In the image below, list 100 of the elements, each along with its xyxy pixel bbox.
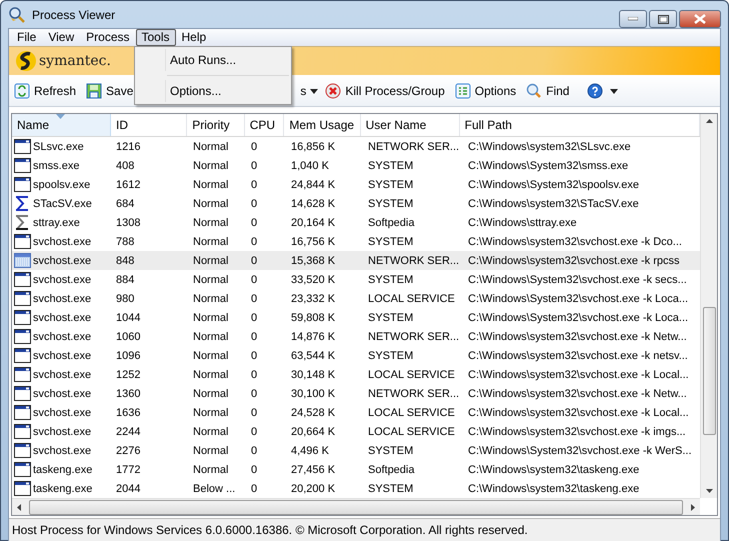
toolbar-button[interactable]: Save	[83, 82, 136, 100]
table-cell-text: C:\Windows\sttray.exe	[467, 216, 578, 228]
horizontal-scrollbar[interactable]	[12, 498, 700, 515]
table-row[interactable]: svchost.exe 1060 Normal 0 14,876 K NETWORK SER... C:\Windows\system32\svchost.exe -k Netw...	[12, 327, 700, 346]
column-header[interactable]: User Name	[360, 114, 460, 136]
vertical-scrollbar[interactable]	[700, 114, 717, 498]
table-row[interactable]: STacSV.exe 684 Normal 0 14,628 K SYSTEM C:\Windows\system32\STacSV.exe	[12, 194, 700, 213]
table-row[interactable]: svchost.exe 884 Normal 0 33,520 K SYSTEM C:\Windows\System32\svchost.exe -k secs...	[12, 270, 700, 289]
magnifier-icon	[526, 83, 542, 99]
table-cell-text: Normal	[192, 216, 230, 228]
table-row[interactable]: taskeng.exe 2044 Below ... 0 20,200 K SYSTEM C:\Windows\system32\taskeng.exe	[12, 479, 700, 498]
table-cell: svchost.exe	[33, 388, 92, 400]
dropdown-caret-icon[interactable]	[310, 88, 318, 94]
menu-item[interactable]: File	[11, 29, 42, 46]
table-cell-text: 0	[250, 444, 258, 456]
scroll-thumb[interactable]	[29, 500, 683, 514]
close-button[interactable]	[679, 10, 721, 28]
menu-item[interactable]: View	[42, 29, 80, 46]
window-icon	[14, 405, 31, 420]
table-row[interactable]: svchost.exe 788 Normal 0 16,756 K SYSTEM C:\Windows\system32\svchost.exe -k Dco...	[12, 232, 700, 251]
toolbar-button[interactable]: Refresh	[11, 82, 80, 100]
table-cell-text: 0	[250, 216, 258, 228]
menu-item[interactable]: Help	[176, 29, 212, 46]
table-cell-text: 1772	[115, 464, 142, 476]
minimize-button[interactable]	[619, 10, 647, 28]
table-cell-text: 63,544 K	[290, 350, 336, 362]
table-cell-text: C:\Windows\System32\svchost.exe -k WerS...	[467, 444, 693, 456]
table-row[interactable]: svchost.exe 1636 Normal 0 24,528 K LOCAL SERVICE C:\Windows\system32\svchost.exe -k Local...	[12, 403, 700, 422]
column-header[interactable]: Mem Usage	[284, 114, 361, 136]
table-cell-text: C:\Windows\system32\svchost.exe -k rpcss	[467, 254, 681, 266]
table-cell-text: 1636	[115, 406, 142, 418]
toolbar-button[interactable]: Options	[452, 82, 520, 100]
window-icon	[14, 139, 31, 154]
table-cell-text: C:\Windows\system32\svchost.exe -k Dco...	[467, 236, 683, 248]
table-cell-text: LOCAL SERVICE	[367, 292, 456, 304]
table-cell-text: 0	[250, 406, 258, 418]
table-cell: svchost.exe	[33, 330, 92, 342]
table-cell-text: Normal	[192, 178, 230, 190]
table-row[interactable]: sttray.exe 1308 Normal 0 20,164 K Softpedia C:\Windows\sttray.exe	[12, 213, 700, 232]
table-cell-text: C:\Windows\system32\SLsvc.exe	[467, 140, 632, 152]
window-icon	[14, 158, 31, 173]
window-icon	[14, 481, 31, 496]
table-cell-text: Normal	[192, 140, 230, 152]
toolbar-button[interactable]: s	[300, 84, 306, 98]
column-header[interactable]: ID	[110, 114, 188, 136]
sigma-icon	[14, 215, 31, 230]
table-cell-text: 2276	[115, 444, 142, 456]
toolbar-button[interactable]: Find	[523, 82, 572, 100]
table-row[interactable]: svchost.exe 1044 Normal 0 59,808 K SYSTEM C:\Windows\System32\svchost.exe -k Loca...	[12, 308, 700, 327]
table-cell-text: 0	[250, 388, 258, 400]
logo-icon	[15, 50, 37, 72]
table-cell-text: 0	[250, 178, 258, 190]
table-cell-text: 0	[250, 292, 258, 304]
menu-item[interactable]: Tools	[136, 29, 176, 46]
table-cell-text: Normal	[192, 198, 230, 210]
table-row[interactable]: svchost.exe 980 Normal 0 23,332 K LOCAL SERVICE C:\Windows\System32\svchost.exe -k Loca...	[12, 289, 700, 308]
table-cell: svchost.exe	[33, 368, 92, 380]
maximize-button[interactable]	[649, 10, 677, 28]
table-cell-text: C:\Windows\system32\svchost.exe -k imgs...	[467, 426, 687, 438]
table-row[interactable]: taskeng.exe 1772 Normal 0 27,456 K Softpedia C:\Windows\system32\taskeng.exe	[12, 460, 700, 479]
window-icon	[14, 177, 31, 192]
scroll-thumb[interactable]	[702, 307, 716, 435]
table-row[interactable]: svchost.exe 848 Normal 0 15,368 K NETWORK SER... C:\Windows\system32\svchost.exe -k rpcss	[12, 251, 700, 270]
table-cell-text: 0	[250, 274, 258, 286]
table-cell-text: Normal	[192, 292, 230, 304]
table-cell-text: 14,876 K	[290, 330, 336, 342]
table-cell-text: 20,664 K	[290, 426, 336, 438]
table-cell-text: 15,368 K	[290, 254, 336, 266]
table-cell-text: 20,200 K	[290, 482, 336, 494]
menu-option[interactable]: Options...	[165, 80, 289, 102]
table-cell-text: 1612	[115, 178, 142, 190]
column-header[interactable]: Priority	[187, 114, 245, 136]
sort-arrow-icon	[56, 114, 65, 119]
column-header[interactable]: Name	[12, 114, 111, 136]
table-row[interactable]: SLsvc.exe 1216 Normal 0 16,856 K NETWORK SER... C:\Windows\system32\SLsvc.exe	[12, 137, 700, 156]
table-cell-text: Normal	[192, 350, 230, 362]
table-cell: svchost.exe	[33, 292, 92, 304]
table-cell: svchost.exe	[33, 236, 92, 248]
table-cell-text: NETWORK SER...	[367, 254, 460, 266]
table-row[interactable]: svchost.exe 2276 Normal 0 4,496 K SYSTEM C:\Windows\System32\svchost.exe -k WerS...	[12, 441, 700, 460]
toolbar-button[interactable]: Kill Process/Group	[322, 82, 448, 100]
table-row[interactable]: svchost.exe 1360 Normal 0 30,100 K NETWORK SER... C:\Windows\system32\svchost.exe -k Netw...	[12, 384, 700, 403]
table-cell-text: C:\Windows\system32\svchost.exe -k Local...	[467, 406, 690, 418]
dropdown-caret-icon[interactable]	[610, 88, 618, 94]
table-row[interactable]: smss.exe 408 Normal 0 1,040 K SYSTEM C:\Windows\System32\smss.exe	[12, 156, 700, 175]
table-cell-text: Normal	[192, 312, 230, 324]
table-row[interactable]: svchost.exe 1252 Normal 0 30,148 K LOCAL SERVICE C:\Windows\system32\svchost.exe -k Local...	[12, 365, 700, 384]
table-cell: spoolsv.exe	[33, 178, 90, 190]
table-cell-text: C:\Windows\System32\svchost.exe -k Loca...	[467, 312, 690, 324]
table-cell-text: C:\Windows\system32\svchost.exe -k Local...	[467, 368, 690, 380]
column-header[interactable]: CPU	[244, 114, 284, 136]
table-cell-text: Normal	[192, 368, 230, 380]
options-icon	[454, 83, 471, 99]
table-cell-text: 0	[250, 236, 258, 248]
table-row[interactable]: svchost.exe 1096 Normal 0 63,544 K SYSTEM C:\Windows\system32\svchost.exe -k netsv...	[12, 346, 700, 365]
table-cell-text: C:\Windows\System32\smss.exe	[467, 160, 630, 172]
table-row[interactable]: spoolsv.exe 1612 Normal 0 24,844 K SYSTEM C:\Windows\System32\spoolsv.exe	[12, 175, 700, 194]
menu-option[interactable]: Auto Runs...	[165, 49, 289, 71]
menu-item[interactable]: Process	[80, 29, 136, 46]
table-row[interactable]: svchost.exe 2244 Normal 0 20,664 K LOCAL SERVICE C:\Windows\system32\svchost.exe -k imgs...	[12, 422, 700, 441]
